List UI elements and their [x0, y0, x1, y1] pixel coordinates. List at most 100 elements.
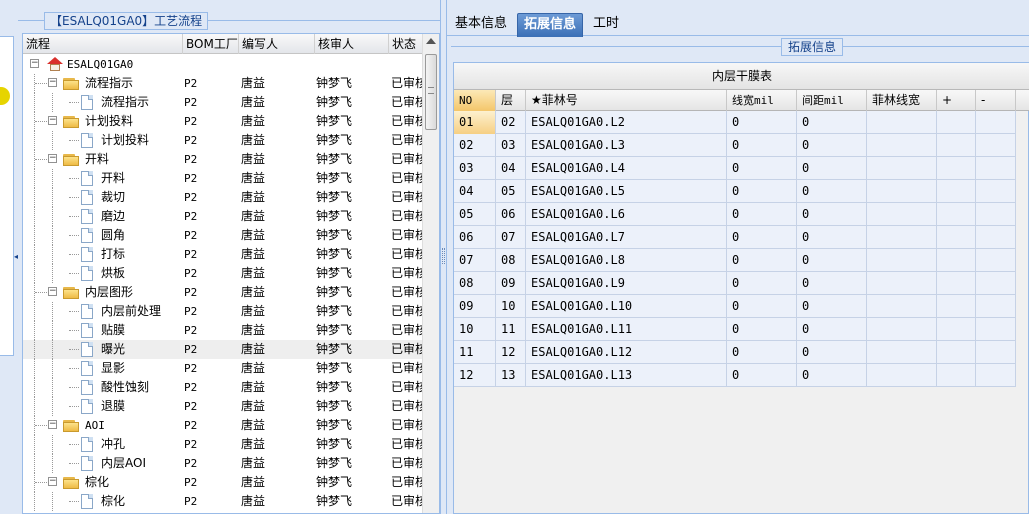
grid-cell-line-width[interactable]: 0 [727, 318, 797, 341]
tab-basic-info[interactable]: 基本信息 [449, 13, 513, 37]
grid-cell-line-width[interactable]: 0 [727, 157, 797, 180]
tree-node-label[interactable]: 棕化 [85, 473, 109, 492]
grid-cell-add[interactable] [937, 134, 976, 157]
grid-col-no[interactable]: NO [454, 90, 496, 111]
tree-node-label[interactable]: 内层AOI [101, 454, 146, 473]
grid-cell-line-width[interactable]: 0 [727, 180, 797, 203]
tab-work-hours[interactable]: 工时 [587, 13, 625, 37]
grid-col-film-no[interactable]: ★菲林号 [526, 90, 727, 111]
table-row[interactable]: 03 04 ESALQ01GA0.L4 0 0 [454, 157, 1016, 180]
grid-cell-spacing[interactable]: 0 [797, 180, 867, 203]
grid-cell-line-width[interactable]: 0 [727, 364, 797, 387]
grid-cell-line-width[interactable]: 0 [727, 203, 797, 226]
grid-cell-layer[interactable]: 07 [496, 226, 526, 249]
grid-cell-film-line-width[interactable] [867, 249, 937, 272]
grid-cell-film-no[interactable]: ESALQ01GA0.L3 [526, 134, 727, 157]
grid-cell-film-no[interactable]: ESALQ01GA0.L7 [526, 226, 727, 249]
tree-row[interactable]: 圆角 P2 唐益 钟梦飞 已审核 [23, 226, 425, 245]
grid-cell-no[interactable]: 06 [454, 226, 496, 249]
expand-minus-icon[interactable]: − [48, 116, 57, 125]
grid-cell-layer[interactable]: 08 [496, 249, 526, 272]
grid-cell-film-line-width[interactable] [867, 203, 937, 226]
table-row[interactable]: 06 07 ESALQ01GA0.L7 0 0 [454, 226, 1016, 249]
table-row[interactable]: 07 08 ESALQ01GA0.L8 0 0 [454, 249, 1016, 272]
grid-cell-line-width[interactable]: 0 [727, 134, 797, 157]
tree-scrollbar[interactable] [422, 34, 439, 513]
tree-node-label[interactable]: AOI [85, 416, 105, 435]
grid-cell-add[interactable] [937, 226, 976, 249]
grid-cell-line-width[interactable]: 0 [727, 272, 797, 295]
grid-cell-spacing[interactable]: 0 [797, 226, 867, 249]
grid-cell-remove[interactable] [976, 364, 1016, 387]
grid-cell-film-no[interactable]: ESALQ01GA0.L2 [526, 111, 727, 134]
tree-row[interactable]: 计划投料 P2 唐益 钟梦飞 已审核 [23, 131, 425, 150]
grid-cell-spacing[interactable]: 0 [797, 295, 867, 318]
grid-add-button[interactable]: + [937, 90, 976, 111]
table-row[interactable]: 02 03 ESALQ01GA0.L3 0 0 [454, 134, 1016, 157]
grid-cell-spacing[interactable]: 0 [797, 111, 867, 134]
grid-cell-film-no[interactable]: ESALQ01GA0.L11 [526, 318, 727, 341]
grid-cell-no[interactable]: 08 [454, 272, 496, 295]
grid-cell-spacing[interactable]: 0 [797, 203, 867, 226]
tree-row[interactable]: − 开料 P2 唐益 钟梦飞 已审核 [23, 150, 425, 169]
tree-node-label[interactable]: 磨边 [101, 207, 125, 226]
tree-node-label[interactable]: 显影 [101, 359, 125, 378]
table-row[interactable]: 04 05 ESALQ01GA0.L5 0 0 [454, 180, 1016, 203]
grid-cell-remove[interactable] [976, 111, 1016, 134]
grid-cell-film-no[interactable]: ESALQ01GA0.L12 [526, 341, 727, 364]
tree-row[interactable]: 磨边 P2 唐益 钟梦飞 已审核 [23, 207, 425, 226]
grid-cell-no[interactable]: 07 [454, 249, 496, 272]
grid-cell-remove[interactable] [976, 226, 1016, 249]
tree-node-label[interactable]: 冲孔 [101, 435, 125, 454]
grid-cell-layer[interactable]: 10 [496, 295, 526, 318]
grid-cell-no[interactable]: 10 [454, 318, 496, 341]
col-header-writer[interactable]: 编写人 [239, 34, 315, 54]
tree-row[interactable]: 退膜 P2 唐益 钟梦飞 已审核 [23, 397, 425, 416]
grid-cell-layer[interactable]: 05 [496, 180, 526, 203]
tree-node-label[interactable]: 开料 [101, 169, 125, 188]
col-header-bom[interactable]: BOM工厂 [183, 34, 239, 54]
expand-minus-icon[interactable]: − [48, 420, 57, 429]
grid-cell-remove[interactable] [976, 249, 1016, 272]
tree-row[interactable]: 流程指示 P2 唐益 钟梦飞 已审核 [23, 93, 425, 112]
grid-cell-layer[interactable]: 12 [496, 341, 526, 364]
grid-remove-button[interactable]: - [976, 90, 1016, 111]
tree-node-label[interactable]: 烘板 [101, 264, 125, 283]
table-row[interactable]: 08 09 ESALQ01GA0.L9 0 0 [454, 272, 1016, 295]
grid-cell-add[interactable] [937, 364, 976, 387]
grid-cell-line-width[interactable]: 0 [727, 341, 797, 364]
grid-cell-add[interactable] [937, 295, 976, 318]
expand-minus-icon[interactable]: − [30, 59, 39, 68]
grid-cell-spacing[interactable]: 0 [797, 134, 867, 157]
grid-cell-layer[interactable]: 13 [496, 364, 526, 387]
tree-row[interactable]: − 流程指示 P2 唐益 钟梦飞 已审核 [23, 74, 425, 93]
grid-cell-add[interactable] [937, 111, 976, 134]
grid-cell-film-line-width[interactable] [867, 318, 937, 341]
tree-node-label[interactable]: 贴膜 [101, 321, 125, 340]
grid-cell-layer[interactable]: 02 [496, 111, 526, 134]
splitter-grip-icon[interactable] [442, 248, 445, 264]
grid-cell-film-line-width[interactable] [867, 341, 937, 364]
grid-cell-no[interactable]: 03 [454, 157, 496, 180]
grid-cell-spacing[interactable]: 0 [797, 341, 867, 364]
tree-row[interactable]: 显影 P2 唐益 钟梦飞 已审核 [23, 359, 425, 378]
table-row[interactable]: 09 10 ESALQ01GA0.L10 0 0 [454, 295, 1016, 318]
grid-col-layer[interactable]: 层 [496, 90, 526, 111]
tree-row[interactable]: − 棕化 P2 唐益 钟梦飞 已审核 [23, 473, 425, 492]
grid-cell-film-line-width[interactable] [867, 134, 937, 157]
grid-cell-film-no[interactable]: ESALQ01GA0.L10 [526, 295, 727, 318]
grid-cell-add[interactable] [937, 157, 976, 180]
grid-col-line-width[interactable]: 线宽mil [727, 90, 797, 111]
tree-row[interactable]: 棕化 P2 唐益 钟梦飞 已审核 [23, 492, 425, 511]
tree-node-label[interactable]: 退膜 [101, 397, 125, 416]
grid-cell-film-line-width[interactable] [867, 272, 937, 295]
grid-cell-remove[interactable] [976, 318, 1016, 341]
tree-row[interactable]: 酸性蚀刻 P2 唐益 钟梦飞 已审核 [23, 378, 425, 397]
tree-node-label[interactable]: 曝光 [101, 340, 125, 359]
grid-cell-layer[interactable]: 11 [496, 318, 526, 341]
tree-row[interactable]: 曝光 P2 唐益 钟梦飞 已审核 [23, 340, 425, 359]
tree-node-label[interactable]: 棕化 [101, 492, 125, 511]
grid-cell-film-line-width[interactable] [867, 364, 937, 387]
grid-cell-remove[interactable] [976, 295, 1016, 318]
expand-minus-icon[interactable]: − [48, 287, 57, 296]
